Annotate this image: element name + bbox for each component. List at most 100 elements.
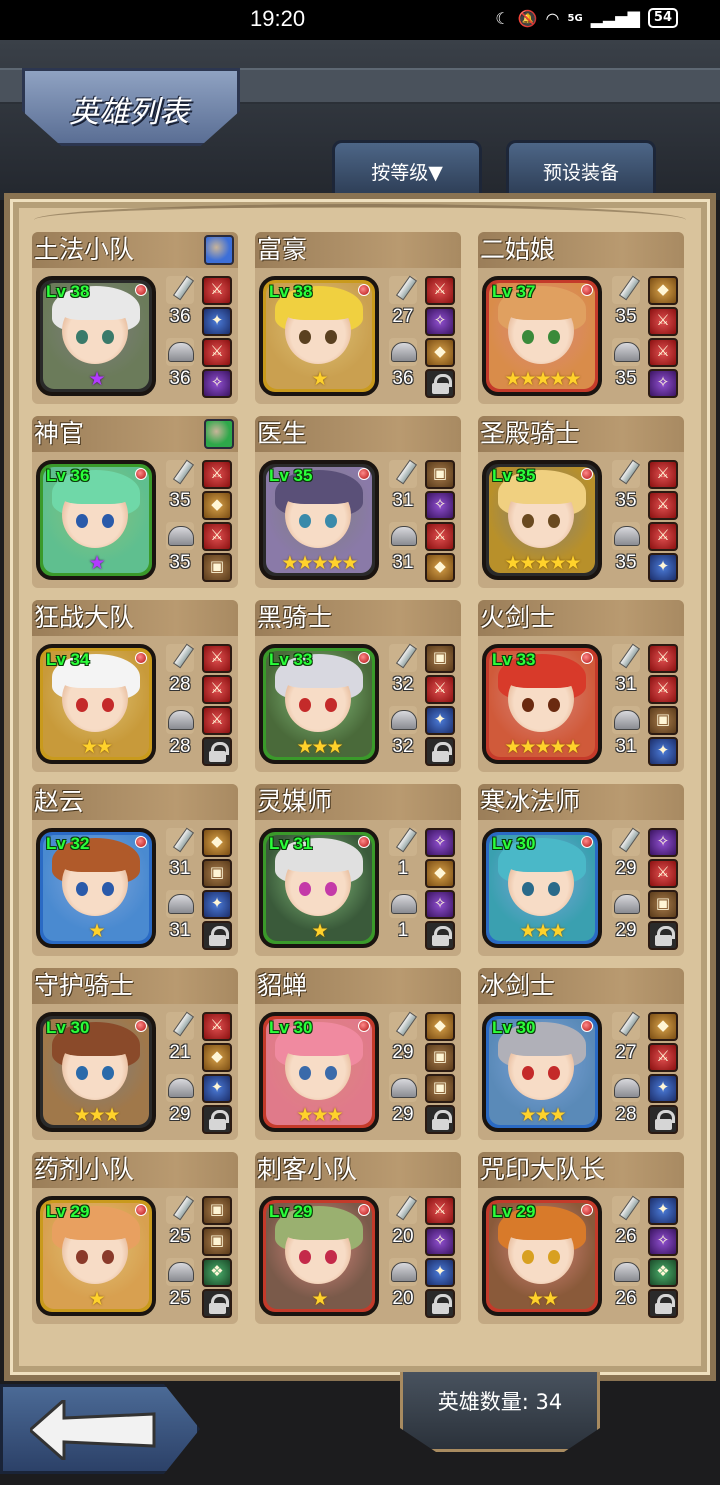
equipment-slot-icon[interactable]: ✦ (648, 553, 678, 582)
equipment-slot-icon[interactable]: ✧ (648, 1227, 678, 1256)
lock-icon[interactable] (202, 737, 232, 766)
hero-card[interactable]: 二姑娘 Lv 37 ★★★★★ 35 35 ◆ ⚔ ⚔ ✧ (478, 232, 684, 404)
equipment-slot-icon[interactable]: ⚔ (648, 675, 678, 704)
equipment-slot-icon[interactable]: ▣ (202, 1196, 232, 1225)
equipment-slot-icon[interactable]: ⚔ (202, 460, 232, 489)
lock-icon[interactable] (202, 1105, 232, 1134)
equipment-slot-icon[interactable]: ⚔ (202, 522, 232, 551)
hero-card[interactable]: 黑骑士 Lv 33 ★★★ 32 32 ▣ ⚔ ✦ (255, 600, 461, 772)
hero-portrait[interactable]: Lv 30 ★★★ (482, 1012, 602, 1132)
equipment-slot-icon[interactable]: ✧ (425, 890, 455, 919)
hero-portrait[interactable]: Lv 35 ★★★★★ (482, 460, 602, 580)
equipment-slot-icon[interactable]: ⚔ (648, 644, 678, 673)
equipment-slot-icon[interactable]: ✧ (202, 369, 232, 398)
equipment-slot-icon[interactable]: ◆ (202, 828, 232, 857)
equipment-slot-icon[interactable]: ◆ (648, 276, 678, 305)
hero-portrait[interactable]: Lv 34 ★★ (36, 644, 156, 764)
hero-portrait[interactable]: Lv 29 ★ (259, 1196, 379, 1316)
equipment-slot-icon[interactable]: ✦ (202, 890, 232, 919)
hero-portrait[interactable]: Lv 30 ★★★ (482, 828, 602, 948)
equipment-slot-icon[interactable]: ⚔ (202, 276, 232, 305)
hero-card[interactable]: 狂战大队 Lv 34 ★★ 28 28 ⚔ ⚔ ⚔ (32, 600, 238, 772)
equipment-slot-icon[interactable]: ▣ (648, 890, 678, 919)
equipment-slot-icon[interactable]: ✧ (648, 828, 678, 857)
equipment-slot-icon[interactable]: ⚔ (648, 1043, 678, 1072)
lock-icon[interactable] (648, 1105, 678, 1134)
equipment-slot-icon[interactable]: ⚔ (648, 859, 678, 888)
hero-card[interactable]: 咒印大队长 Lv 29 ★★ 26 26 ✦ ✧ ❖ (478, 1152, 684, 1324)
equipment-slot-icon[interactable]: ⚔ (648, 460, 678, 489)
equipment-slot-icon[interactable]: ✦ (648, 1074, 678, 1103)
equipment-slot-icon[interactable]: ⚔ (202, 675, 232, 704)
equipment-slot-icon[interactable]: ⚔ (425, 1196, 455, 1225)
lock-icon[interactable] (425, 369, 455, 398)
hero-card[interactable]: 刺客小队 Lv 29 ★ 20 20 ⚔ ✧ ✦ (255, 1152, 461, 1324)
equipment-slot-icon[interactable]: ✧ (425, 307, 455, 336)
equipment-slot-icon[interactable]: ▣ (648, 706, 678, 735)
equipment-slot-icon[interactable]: ✧ (425, 828, 455, 857)
equipment-slot-icon[interactable]: ⚔ (425, 522, 455, 551)
equipment-slot-icon[interactable]: ⚔ (202, 706, 232, 735)
equipment-slot-icon[interactable]: ✦ (648, 737, 678, 766)
equipment-slot-icon[interactable]: ⚔ (648, 307, 678, 336)
equipment-slot-icon[interactable]: ✦ (202, 307, 232, 336)
equipment-slot-icon[interactable]: ◆ (425, 553, 455, 582)
equipment-slot-icon[interactable]: ✦ (202, 1074, 232, 1103)
hero-card[interactable]: 赵云 Lv 32 ★ 31 31 ◆ ▣ ✦ (32, 784, 238, 956)
equipment-slot-icon[interactable]: ⚔ (425, 276, 455, 305)
hero-portrait[interactable]: Lv 32 ★ (36, 828, 156, 948)
hero-card[interactable]: 守护骑士 Lv 30 ★★★ 21 29 ⚔ ◆ ✦ (32, 968, 238, 1140)
hero-card[interactable]: 医生 Lv 35 ★★★★★ 31 31 ▣ ✧ ⚔ ◆ (255, 416, 461, 588)
equipment-slot-icon[interactable]: ⚔ (202, 1012, 232, 1041)
hero-portrait[interactable]: Lv 33 ★★★ (259, 644, 379, 764)
equipment-slot-icon[interactable]: ◆ (425, 1012, 455, 1041)
hero-card[interactable]: 药剂小队 Lv 29 ★ 25 25 ▣ ▣ ❖ (32, 1152, 238, 1324)
equipment-slot-icon[interactable]: ▣ (425, 644, 455, 673)
equipment-slot-icon[interactable]: ⚔ (648, 491, 678, 520)
hero-card[interactable]: 冰剑士 Lv 30 ★★★ 27 28 ◆ ⚔ ✦ (478, 968, 684, 1140)
lock-icon[interactable] (425, 737, 455, 766)
equipment-slot-icon[interactable]: ✧ (425, 491, 455, 520)
equipment-slot-icon[interactable]: ▣ (202, 553, 232, 582)
lock-icon[interactable] (425, 1105, 455, 1134)
lock-icon[interactable] (648, 921, 678, 950)
hero-portrait[interactable]: Lv 36 ★ (36, 460, 156, 580)
equipment-slot-icon[interactable]: ✧ (425, 1227, 455, 1256)
equipment-slot-icon[interactable]: ✦ (425, 1258, 455, 1287)
equipment-slot-icon[interactable]: ▣ (425, 1074, 455, 1103)
hero-portrait[interactable]: Lv 29 ★ (36, 1196, 156, 1316)
hero-portrait[interactable]: Lv 31 ★ (259, 828, 379, 948)
hero-portrait[interactable]: Lv 29 ★★ (482, 1196, 602, 1316)
hero-card[interactable]: 土法小队 Lv 38 ★ 36 36 ⚔ ✦ ⚔ ✧ (32, 232, 238, 404)
equipment-slot-icon[interactable]: ❖ (648, 1258, 678, 1287)
hero-portrait[interactable]: Lv 30 ★★★ (36, 1012, 156, 1132)
tab-preset-equipment[interactable]: 预设装备 (506, 140, 656, 196)
equipment-slot-icon[interactable]: ✧ (648, 369, 678, 398)
hero-portrait[interactable]: Lv 33 ★★★★★ (482, 644, 602, 764)
hero-portrait[interactable]: Lv 38 ★ (36, 276, 156, 396)
equipment-slot-icon[interactable]: ❖ (202, 1258, 232, 1287)
equipment-slot-icon[interactable]: ⚔ (648, 338, 678, 367)
hero-card[interactable]: 寒冰法师 Lv 30 ★★★ 29 29 ✧ ⚔ ▣ (478, 784, 684, 956)
equipment-slot-icon[interactable]: ⚔ (202, 338, 232, 367)
equipment-slot-icon[interactable]: ▣ (202, 1227, 232, 1256)
equipment-slot-icon[interactable]: ✦ (425, 706, 455, 735)
equipment-slot-icon[interactable]: ◆ (202, 491, 232, 520)
equipment-slot-icon[interactable]: ▣ (425, 460, 455, 489)
equipment-slot-icon[interactable]: ⚔ (648, 522, 678, 551)
hero-portrait[interactable]: Lv 37 ★★★★★ (482, 276, 602, 396)
lock-icon[interactable] (202, 1289, 232, 1318)
hero-card[interactable]: 灵媒师 Lv 31 ★ 1 1 ✧ ◆ ✧ (255, 784, 461, 956)
equipment-slot-icon[interactable]: ⚔ (425, 675, 455, 704)
equipment-slot-icon[interactable]: ◆ (648, 1012, 678, 1041)
lock-icon[interactable] (425, 921, 455, 950)
hero-card[interactable]: 火剑士 Lv 33 ★★★★★ 31 31 ⚔ ⚔ ▣ ✦ (478, 600, 684, 772)
hero-card[interactable]: 貂蝉 Lv 30 ★★★ 29 29 ◆ ▣ ▣ (255, 968, 461, 1140)
equipment-slot-icon[interactable]: ▣ (202, 859, 232, 888)
equipment-slot-icon[interactable]: ▣ (425, 1043, 455, 1072)
lock-icon[interactable] (425, 1289, 455, 1318)
tab-sort-by-level[interactable]: 按等级▼ (332, 140, 482, 196)
equipment-slot-icon[interactable]: ◆ (425, 338, 455, 367)
lock-icon[interactable] (648, 1289, 678, 1318)
equipment-slot-icon[interactable]: ◆ (425, 859, 455, 888)
